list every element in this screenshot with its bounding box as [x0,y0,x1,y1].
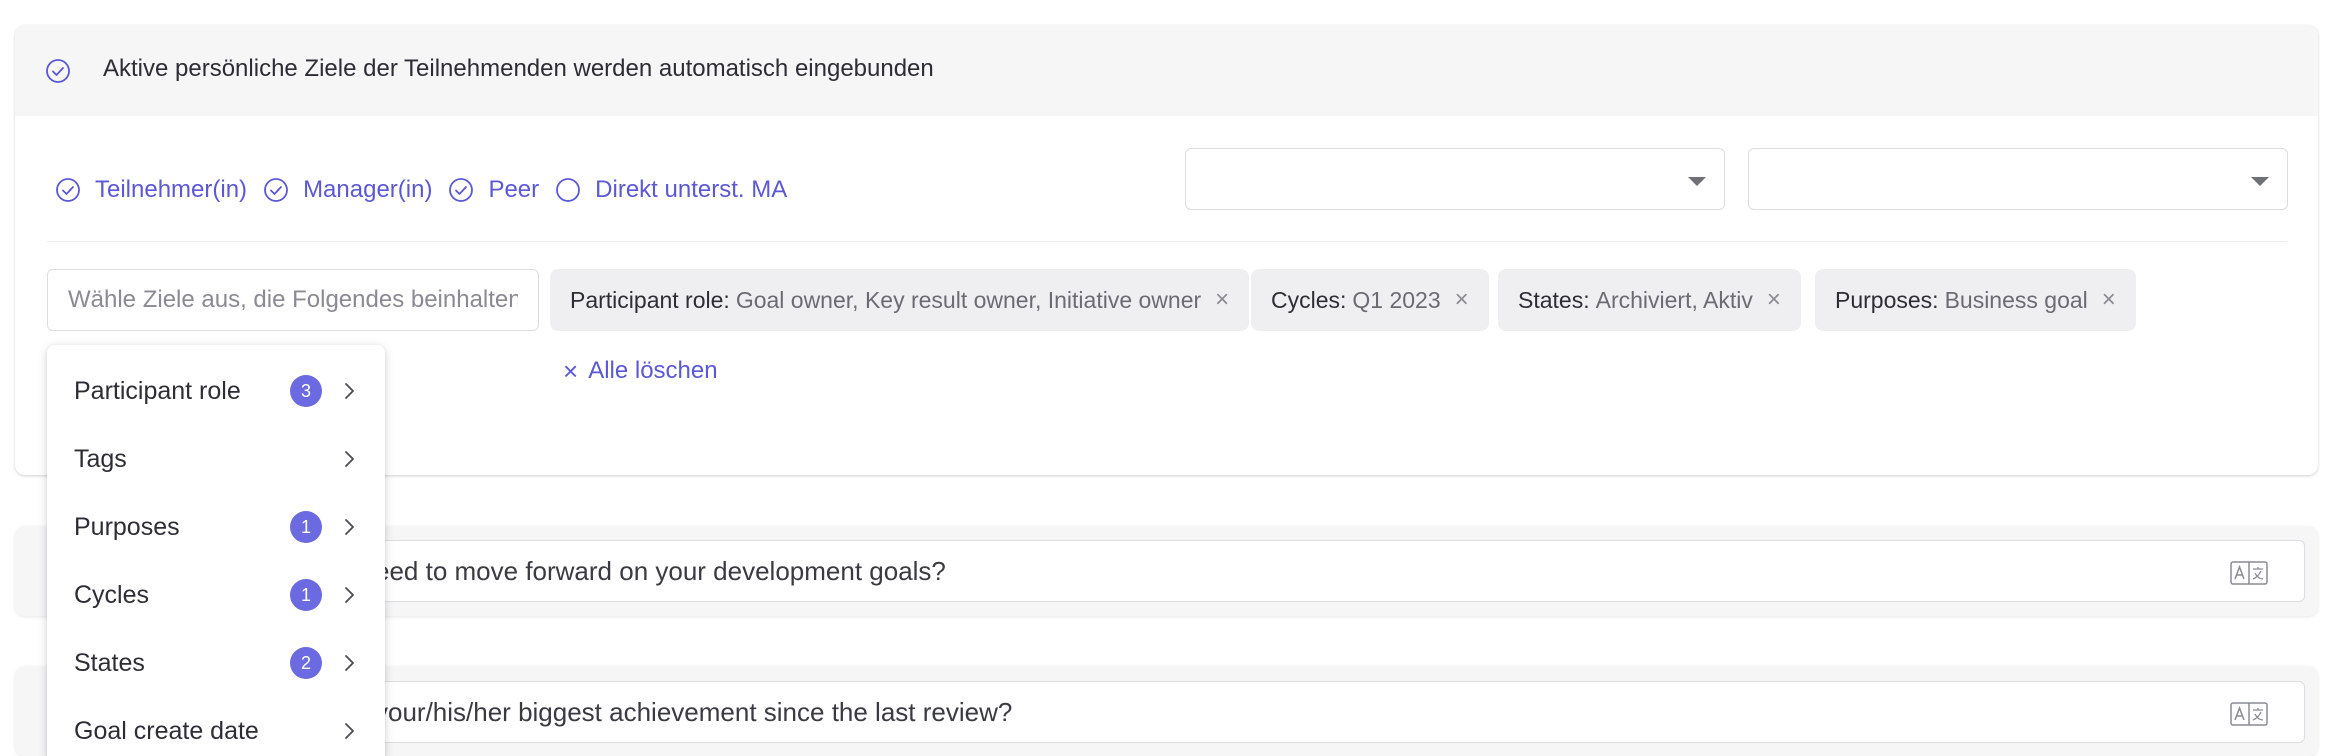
question-text: your/his/her biggest achievement since t… [375,696,1013,727]
chip-value: Q1 2023 [1352,286,1441,313]
auto-include-header: Aktive persönliche Ziele der Teilnehmend… [15,25,2318,116]
caret-down-icon [1688,177,1706,186]
translate-icon[interactable] [2230,561,2268,585]
menu-item-states[interactable]: States 2 [47,629,385,697]
count-badge: 3 [290,375,322,407]
close-icon[interactable]: × [1767,288,1781,312]
translate-icon[interactable] [2230,702,2268,726]
chip-value: Archiviert, Aktiv [1595,286,1753,313]
check-circle-icon [46,59,70,83]
question-text-field-2[interactable]: your/his/her biggest achievement since t… [280,681,2305,743]
role-label: Teilnehmer(in) [95,176,248,203]
check-circle-icon [449,178,474,202]
clear-all-filters-button[interactable]: × Alle löschen [563,357,718,385]
chip-key: States: [1518,286,1590,313]
menu-item-label: Goal create date [74,716,259,745]
menu-item-label: Tags [74,444,127,473]
auto-include-text: Aktive persönliche Ziele der Teilnehmend… [103,55,934,82]
chip-key: Participant role: [570,286,730,313]
count-badge: 1 [290,511,322,543]
clear-all-label: Alle löschen [588,357,718,384]
participant-role-toggles: Teilnehmer(in) Manager(in) Peer Direkt u… [55,174,803,206]
filter-chip-cycles: Cycles: Q1 2023 × [1251,269,1489,331]
close-icon[interactable]: × [1215,288,1229,312]
filter-chip-participant-role: Participant role: Goal owner, Key result… [550,269,1250,331]
count-badge: 1 [290,579,322,611]
chevron-right-icon [345,383,354,399]
chevron-right-icon [345,587,354,603]
chevron-right-icon [345,451,354,467]
chevron-right-icon [345,723,354,739]
check-circle-icon [264,178,288,202]
caret-down-icon [2251,177,2269,186]
close-icon[interactable]: × [2102,288,2116,312]
close-icon[interactable]: × [1455,288,1469,312]
menu-item-purposes[interactable]: Purposes 1 [47,493,385,561]
goal-filter-search-input[interactable] [47,269,539,331]
role-label: Direkt unterst. MA [595,176,788,203]
menu-item-tags[interactable]: Tags [47,425,385,493]
question-text: eed to move forward on your development … [375,555,946,586]
chevron-right-icon [345,655,354,671]
chip-key: Purposes: [1835,286,1939,313]
menu-item-cycles[interactable]: Cycles 1 [47,561,385,629]
check-circle-icon [56,178,80,202]
count-badge: 2 [290,647,322,679]
empty-circle-icon [556,178,581,202]
menu-item-label: Purposes [74,512,180,541]
close-icon: × [563,356,579,386]
chip-value: Goal owner, Key result owner, Initiative… [735,286,1202,313]
chip-key: Cycles: [1271,286,1347,313]
chevron-right-icon [345,519,354,535]
menu-item-label: States [74,648,145,677]
question-text-field-1[interactable]: eed to move forward on your development … [280,540,2305,602]
select-dropdown-2[interactable] [1748,148,2288,210]
divider [47,241,2287,242]
role-toggle-direct-report[interactable]: Direkt unterst. MA [555,176,787,204]
role-label: Manager(in) [303,176,433,203]
menu-item-goal-create-date[interactable]: Goal create date [47,697,385,756]
role-toggle-participant[interactable]: Teilnehmer(in) [55,176,247,204]
role-toggle-manager[interactable]: Manager(in) [263,176,432,204]
menu-item-participant-role[interactable]: Participant role 3 [47,357,385,425]
role-label: Peer [488,176,540,203]
filter-chip-purposes: Purposes: Business goal × [1815,269,2136,331]
chip-value: Business goal [1944,286,2088,313]
select-dropdown-1[interactable] [1185,148,1725,210]
menu-item-label: Participant role [74,376,241,405]
filter-chip-states: States: Archiviert, Aktiv × [1498,269,1801,331]
role-toggle-peer[interactable]: Peer [448,176,539,204]
filter-category-menu: Participant role 3 Tags Purposes 1 Cycle… [47,345,385,756]
menu-item-label: Cycles [74,580,150,609]
